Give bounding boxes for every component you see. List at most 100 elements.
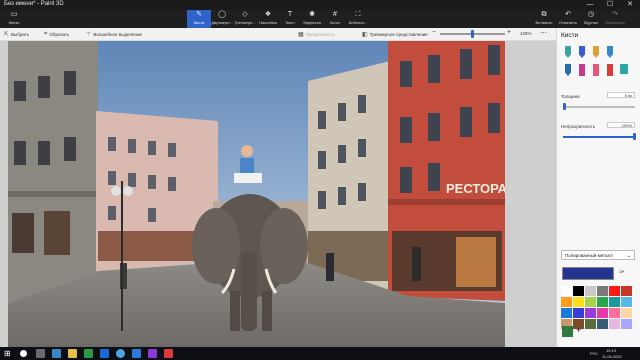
color-swatch[interactable] — [585, 319, 596, 329]
maximize-button[interactable]: ☐ — [600, 0, 620, 10]
tab-3d-shapes[interactable]: ◇ Трехмерн... — [233, 10, 257, 28]
color-swatch[interactable] — [621, 308, 632, 318]
thickness-label: Толщина — [561, 94, 580, 99]
color-swatch[interactable] — [561, 297, 572, 307]
redo-button[interactable]: ↷ Повторить — [603, 10, 627, 28]
thickness-slider[interactable] — [563, 106, 635, 108]
word-icon[interactable] — [100, 349, 109, 358]
minimize-button[interactable]: — — [580, 0, 600, 10]
select-tool[interactable]: ⇱ Выбрать — [4, 30, 29, 38]
chrome-icon[interactable] — [116, 349, 125, 358]
color-swatch[interactable] — [585, 297, 596, 307]
oil-brush-icon[interactable] — [593, 46, 599, 58]
tab-label: Трехмерн... — [234, 20, 256, 25]
tab-stickers[interactable]: ❖ Наклейки — [256, 10, 280, 28]
chevron-down-icon: ⌄ — [626, 253, 631, 259]
tab-canvas[interactable]: # Холст — [323, 10, 347, 28]
material-select[interactable]: Полированный металл ⌄ — [561, 250, 635, 260]
eraser-icon[interactable] — [593, 64, 599, 76]
windows-start-icon[interactable]: ⊞ — [4, 349, 11, 358]
tab-text[interactable]: T Текст — [278, 10, 302, 28]
calligraphy-pen-icon[interactable] — [579, 46, 585, 58]
tab-2d-shapes[interactable]: ◯ Двухмерн... — [210, 10, 234, 28]
language-indicator[interactable]: РУС — [590, 351, 598, 356]
excel-icon[interactable] — [84, 349, 93, 358]
opacity-value[interactable]: 100% — [607, 122, 635, 128]
color-swatch[interactable] — [621, 286, 632, 296]
color-swatch[interactable] — [597, 297, 608, 307]
marker-icon[interactable] — [565, 46, 571, 58]
paste-button[interactable]: ⧉ Вставить — [532, 10, 556, 28]
crop-tool[interactable]: ⌗ Обрезать — [44, 30, 69, 38]
view-3d-icon: ◧ — [362, 31, 368, 38]
canvas-area[interactable]: РЕСТОРА — [0, 41, 556, 347]
color-swatch[interactable] — [585, 286, 596, 296]
zoom-in-button[interactable]: + — [507, 29, 511, 36]
color-swatch[interactable] — [609, 308, 620, 318]
eyedropper-icon[interactable]: ✑ — [619, 268, 625, 276]
zoom-value: 125% — [520, 31, 532, 36]
magic-wand-icon: ⚚ — [86, 31, 92, 38]
color-swatch[interactable] — [573, 286, 584, 296]
close-button[interactable]: ✕ — [620, 0, 640, 10]
pixel-pen-icon[interactable] — [565, 64, 571, 76]
zoom-slider-thumb[interactable] — [471, 30, 474, 38]
color-swatch[interactable] — [609, 319, 620, 329]
app-icon[interactable] — [148, 349, 157, 358]
tab-label: Эффекты — [302, 20, 322, 25]
color-swatch[interactable] — [597, 308, 608, 318]
search-icon[interactable] — [20, 350, 27, 357]
zoom-out-button[interactable]: − — [432, 29, 436, 36]
history-button[interactable]: ◷ Журнал — [579, 10, 603, 28]
watercolor-icon[interactable] — [607, 46, 613, 58]
opacity-slider[interactable] — [563, 136, 635, 138]
view-3d-label: Трехмерное представление — [369, 31, 428, 37]
panel-title: Кисти — [561, 32, 579, 39]
opacity-slider-thumb[interactable] — [633, 133, 636, 140]
magic-select-tool[interactable]: ⚚ Волшебное выделение — [86, 30, 142, 38]
pencil-icon[interactable] — [579, 64, 585, 76]
color-swatch[interactable] — [585, 308, 596, 318]
fill-icon[interactable] — [620, 64, 628, 74]
undo-button[interactable]: ↶ Отменить — [556, 10, 580, 28]
paint-3d-taskbar-icon[interactable] — [164, 349, 173, 358]
current-color[interactable] — [562, 267, 614, 280]
tab-brushes[interactable]: ✎ Кисти — [187, 10, 211, 28]
transparency-toggle[interactable]: ▦ Прозрачность — [298, 30, 335, 38]
library-icon: ⛶ — [355, 11, 361, 18]
canvas-image[interactable]: РЕСТОРА — [8, 41, 505, 347]
undo-label: Отменить — [558, 20, 578, 25]
color-swatch[interactable] — [597, 286, 608, 296]
tab-library[interactable]: ⛶ Библиот... — [346, 10, 370, 28]
crayon-icon[interactable] — [607, 64, 613, 76]
color-swatch[interactable] — [561, 308, 572, 318]
mail-icon[interactable] — [132, 349, 141, 358]
paste-label: Вставить — [535, 20, 553, 25]
thickness-slider-thumb[interactable] — [563, 103, 566, 110]
color-swatch[interactable] — [609, 297, 620, 307]
color-swatch[interactable] — [621, 319, 632, 329]
shapes-2d-icon: ◯ — [218, 11, 226, 18]
opacity-label: Непрозрачность — [561, 124, 596, 129]
color-swatch[interactable] — [609, 286, 620, 296]
thickness-value[interactable]: 5 пк — [607, 92, 635, 98]
transparency-icon: ▦ — [298, 31, 304, 38]
clock-time[interactable]: 19:13 — [606, 348, 616, 353]
color-swatch[interactable] — [597, 319, 608, 329]
color-swatch[interactable] — [621, 297, 632, 307]
explorer-icon[interactable] — [68, 349, 77, 358]
color-swatch[interactable] — [561, 286, 572, 296]
menu-button[interactable]: ▭ Меню — [2, 10, 26, 28]
taskbar: ⊞ РУС 19:13 11.06.2020 — [0, 347, 640, 360]
add-color-icon[interactable]: + — [576, 325, 581, 335]
view-3d-button[interactable]: ◧ Трехмерное представление — [362, 30, 428, 38]
shapes-3d-icon: ◇ — [242, 11, 248, 18]
color-swatch[interactable] — [573, 297, 584, 307]
edge-icon[interactable] — [52, 349, 61, 358]
more-options-icon[interactable]: ⋯ — [540, 29, 547, 37]
color-swatch[interactable] — [573, 308, 584, 318]
tab-effects[interactable]: ✺ Эффекты — [300, 10, 324, 28]
task-view-icon[interactable] — [36, 349, 45, 358]
custom-color-swatch[interactable] — [562, 326, 573, 337]
clock-date[interactable]: 11.06.2020 — [602, 354, 622, 359]
